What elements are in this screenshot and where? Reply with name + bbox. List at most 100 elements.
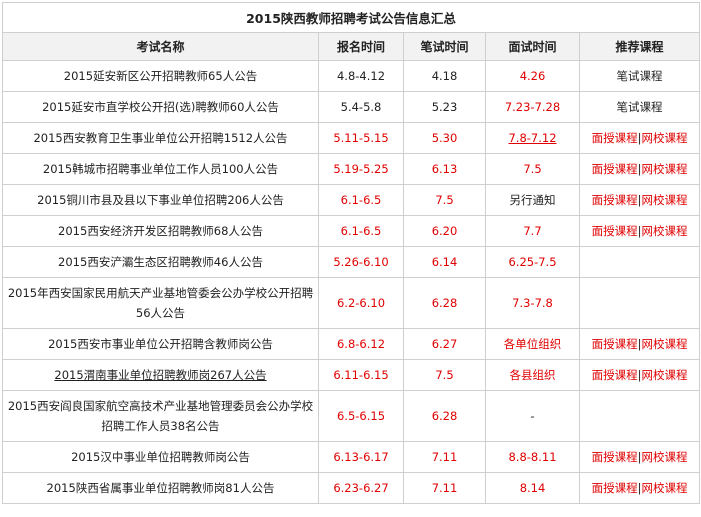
interview-time-cell: 8.14 [485, 472, 580, 504]
header-written-time: 笔试时间 [403, 32, 486, 61]
written-time-cell: 6.28 [403, 277, 486, 329]
written-time-cell: 7.11 [403, 441, 486, 473]
exam-name-link[interactable]: 2015渭南事业单位招聘教师岗267人公告 [2, 359, 319, 391]
interview-time-cell: 4.26 [485, 60, 580, 92]
online-course-link[interactable]: 网校课程 [641, 131, 687, 145]
written-time-cell: 5.23 [403, 91, 486, 123]
interview-time-cell: 7.7 [485, 215, 580, 247]
exam-name-cell: 2015延安市直学校公开招(选)聘教师60人公告 [2, 91, 319, 123]
face-course-link[interactable]: 面授课程 [592, 337, 638, 351]
interview-time-cell: 另行通知 [485, 184, 580, 216]
registration-time-cell: 5.11-5.15 [318, 122, 404, 154]
table-title: 2015陕西教师招聘考试公告信息汇总 [1, 2, 701, 33]
online-course-link[interactable]: 网校课程 [641, 162, 687, 176]
online-course-link[interactable]: 网校课程 [641, 368, 687, 382]
face-course-link[interactable]: 面授课程 [592, 368, 638, 382]
exam-name-cell: 2015延安新区公开招聘教师65人公告 [2, 60, 319, 92]
interview-time-cell: 各单位组织 [485, 328, 580, 360]
written-time-cell: 6.14 [403, 246, 486, 278]
table-row: 2015延安市直学校公开招(选)聘教师60人公告 5.4-5.8 5.23 7.… [2, 91, 701, 123]
registration-time-cell: 6.2-6.10 [318, 277, 404, 329]
registration-time-cell: 6.11-6.15 [318, 359, 404, 391]
registration-time-cell: 5.4-5.8 [318, 91, 404, 123]
online-course-link[interactable]: 网校课程 [641, 224, 687, 238]
course-cell: 面授课程|网校课程 [578, 441, 701, 473]
table-row: 2015延安新区公开招聘教师65人公告 4.8-4.12 4.18 4.26 笔… [2, 60, 701, 92]
written-time-cell: 7.5 [403, 359, 486, 391]
header-recommended-course: 推荐课程 [578, 32, 701, 61]
table-row: 2015西安浐灞生态区招聘教师46人公告 5.26-6.10 6.14 6.25… [2, 246, 701, 278]
written-time-cell: 4.18 [403, 60, 486, 92]
written-time-cell: 7.11 [403, 472, 486, 504]
interview-time-cell: 7.3-7.8 [485, 277, 580, 329]
face-course-link[interactable]: 面授课程 [592, 162, 638, 176]
online-course-link[interactable]: 网校课程 [641, 193, 687, 207]
interview-time-link[interactable]: 7.8-7.12 [485, 122, 580, 154]
course-link[interactable]: 笔试课程 [578, 91, 701, 123]
written-time-cell: 6.20 [403, 215, 486, 247]
exam-name-link[interactable]: 2015西安经济开发区招聘教师68人公告 [2, 215, 319, 247]
exam-name-link[interactable]: 2015汉中事业单位招聘教师岗公告 [2, 441, 319, 473]
exam-info-table: 2015陕西教师招聘考试公告信息汇总 考试名称 报名时间 笔试时间 面试时间 推… [1, 2, 701, 504]
interview-time-cell: - [485, 390, 580, 442]
registration-time-cell: 6.1-6.5 [318, 215, 404, 247]
exam-name-link[interactable]: 2015西安教育卫生事业单位公开招聘1512人公告 [2, 122, 319, 154]
table-row: 2015韩城市招聘事业单位工作人员100人公告 5.19-5.25 6.13 7… [2, 153, 701, 185]
registration-time-cell: 4.8-4.12 [318, 60, 404, 92]
course-cell-empty [578, 277, 701, 329]
face-course-link[interactable]: 面授课程 [592, 224, 638, 238]
table-row: 2015陕西省属事业单位招聘教师岗81人公告 6.23-6.27 7.11 8.… [2, 472, 701, 504]
course-cell: 面授课程|网校课程 [578, 472, 701, 504]
registration-time-cell: 6.5-6.15 [318, 390, 404, 442]
exam-name-link[interactable]: 2015西安市事业单位公开招聘含教师岗公告 [2, 328, 319, 360]
written-time-cell: 6.13 [403, 153, 486, 185]
interview-time-cell: 7.5 [485, 153, 580, 185]
table-row: 2015西安经济开发区招聘教师68人公告 6.1-6.5 6.20 7.7 面授… [2, 215, 701, 247]
registration-time-cell: 5.19-5.25 [318, 153, 404, 185]
written-time-cell: 6.28 [403, 390, 486, 442]
online-course-link[interactable]: 网校课程 [641, 337, 687, 351]
table-row: 2015西安教育卫生事业单位公开招聘1512人公告 5.11-5.15 5.30… [2, 122, 701, 154]
table-row: 2015西安市事业单位公开招聘含教师岗公告 6.8-6.12 6.27 各单位组… [2, 328, 701, 360]
registration-time-cell: 6.13-6.17 [318, 441, 404, 473]
course-cell: 面授课程|网校课程 [578, 184, 701, 216]
exam-name-link[interactable]: 2015铜川市县及县以下事业单位招聘206人公告 [2, 184, 319, 216]
registration-time-cell: 5.26-6.10 [318, 246, 404, 278]
header-registration-time: 报名时间 [318, 32, 404, 61]
exam-name-link[interactable]: 2015年西安国家民用航天产业基地管委会公办学校公开招聘56人公告 [2, 277, 319, 329]
course-cell: 面授课程|网校课程 [578, 359, 701, 391]
course-cell-empty [578, 390, 701, 442]
interview-time-cell: 8.8-8.11 [485, 441, 580, 473]
table-row: 2015年西安国家民用航天产业基地管委会公办学校公开招聘56人公告 6.2-6.… [2, 277, 701, 329]
exam-name-link[interactable]: 2015韩城市招聘事业单位工作人员100人公告 [2, 153, 319, 185]
interview-time-cell: 7.23-7.28 [485, 91, 580, 123]
course-cell: 面授课程|网校课程 [578, 122, 701, 154]
table-row: 2015西安阎良国家航空高技术产业基地管理委员会公办学校招聘工作人员38名公告 … [2, 390, 701, 442]
face-course-link[interactable]: 面授课程 [592, 193, 638, 207]
registration-time-cell: 6.1-6.5 [318, 184, 404, 216]
face-course-link[interactable]: 面授课程 [592, 450, 638, 464]
table-row: 2015铜川市县及县以下事业单位招聘206人公告 6.1-6.5 7.5 另行通… [2, 184, 701, 216]
online-course-link[interactable]: 网校课程 [641, 450, 687, 464]
course-cell: 面授课程|网校课程 [578, 215, 701, 247]
written-time-cell: 6.27 [403, 328, 486, 360]
course-link[interactable]: 笔试课程 [578, 60, 701, 92]
registration-time-cell: 6.8-6.12 [318, 328, 404, 360]
header-exam-name: 考试名称 [2, 32, 319, 61]
written-time-cell: 5.30 [403, 122, 486, 154]
course-cell: 面授课程|网校课程 [578, 328, 701, 360]
written-time-cell: 7.5 [403, 184, 486, 216]
registration-time-cell: 6.23-6.27 [318, 472, 404, 504]
exam-name-link[interactable]: 2015西安阎良国家航空高技术产业基地管理委员会公办学校招聘工作人员38名公告 [2, 390, 319, 442]
interview-time-cell: 各县组织 [485, 359, 580, 391]
table-row: 2015渭南事业单位招聘教师岗267人公告 6.11-6.15 7.5 各县组织… [2, 359, 701, 391]
exam-name-link[interactable]: 2015陕西省属事业单位招聘教师岗81人公告 [2, 472, 319, 504]
interview-time-cell: 6.25-7.5 [485, 246, 580, 278]
face-course-link[interactable]: 面授课程 [592, 481, 638, 495]
course-cell-empty [578, 246, 701, 278]
header-interview-time: 面试时间 [485, 32, 580, 61]
online-course-link[interactable]: 网校课程 [641, 481, 687, 495]
table-row: 2015汉中事业单位招聘教师岗公告 6.13-6.17 7.11 8.8-8.1… [2, 441, 701, 473]
exam-name-link[interactable]: 2015西安浐灞生态区招聘教师46人公告 [2, 246, 319, 278]
face-course-link[interactable]: 面授课程 [592, 131, 638, 145]
